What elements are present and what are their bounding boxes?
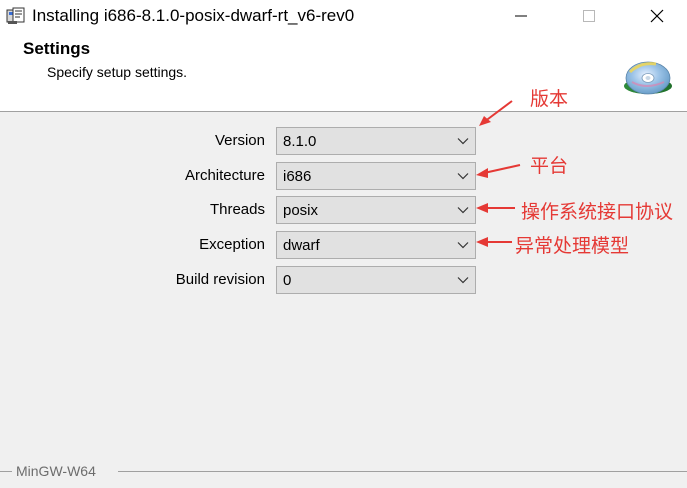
close-button[interactable] [634, 0, 680, 32]
build-revision-select[interactable]: 0 [276, 266, 476, 294]
wizard-header: Settings Specify setup settings. [0, 32, 687, 112]
exception-label: Exception [199, 236, 265, 253]
architecture-row: Architecture i686 [0, 162, 687, 190]
architecture-value: i686 [283, 168, 312, 185]
chevron-down-icon [457, 138, 469, 145]
architecture-select[interactable]: i686 [276, 162, 476, 190]
build-revision-label: Build revision [175, 271, 265, 288]
chevron-down-icon [457, 277, 469, 284]
chevron-down-icon [457, 173, 469, 180]
maximize-icon [583, 10, 595, 22]
footer-divider [118, 471, 687, 472]
threads-label: Threads [209, 201, 265, 218]
page-subtitle: Specify setup settings. [47, 64, 188, 80]
annotation-platform: 平台 [530, 155, 569, 177]
version-row: Version 8.1.0 [0, 127, 687, 155]
threads-value: posix [283, 202, 319, 219]
close-icon [650, 9, 664, 23]
version-label: Version [214, 132, 265, 149]
build-revision-value: 0 [283, 272, 292, 289]
chevron-down-icon [457, 242, 469, 249]
cd-icon [624, 61, 672, 95]
chevron-down-icon [457, 207, 469, 214]
exception-value: dwarf [283, 237, 320, 254]
annotation-version: 版本 [530, 88, 569, 110]
maximize-button[interactable] [566, 0, 612, 32]
version-select[interactable]: 8.1.0 [276, 127, 476, 155]
footer-brand: MinGW-W64 [16, 463, 96, 479]
minimize-button[interactable] [498, 0, 544, 32]
window-title: Installing i686-8.1.0-posix-dwarf-rt_v6-… [32, 6, 355, 25]
build-revision-row: Build revision 0 [0, 266, 687, 294]
page-title: Settings [23, 39, 91, 58]
exception-select[interactable]: dwarf [276, 231, 476, 259]
threads-select[interactable]: posix [276, 196, 476, 224]
title-bar: Installing i686-8.1.0-posix-dwarf-rt_v6-… [0, 0, 687, 32]
footer-divider-left [0, 471, 12, 472]
annotation-exception: 异常处理模型 [515, 235, 630, 257]
architecture-label: Architecture [184, 167, 265, 184]
annotation-threads: 操作系统接口协议 [521, 201, 674, 223]
minimize-icon [515, 15, 527, 17]
version-value: 8.1.0 [283, 133, 317, 150]
installer-icon [6, 7, 25, 24]
